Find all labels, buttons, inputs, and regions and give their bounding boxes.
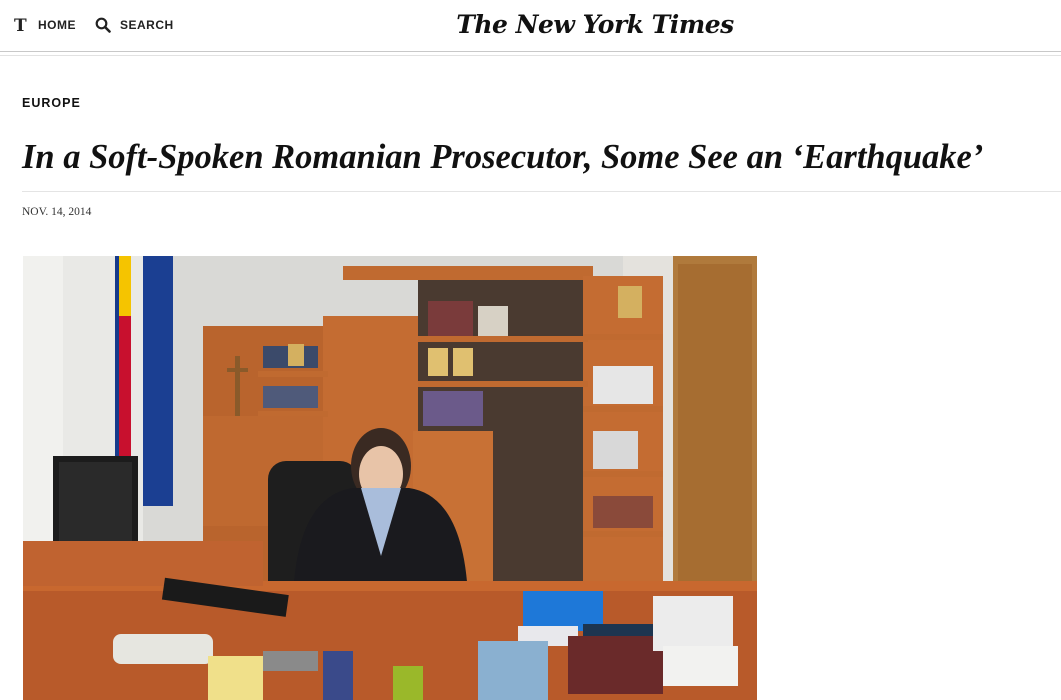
- nyt-t-icon: T: [12, 16, 30, 34]
- article-date: NOV. 14, 2014: [22, 206, 92, 218]
- search-icon: [94, 16, 112, 34]
- home-link[interactable]: T HOME: [12, 15, 76, 35]
- top-navigation-bar: T HOME SEARCH The New York Times: [0, 0, 1061, 52]
- search-link[interactable]: SEARCH: [94, 15, 174, 35]
- headline-divider: [22, 191, 1061, 192]
- nyt-logo[interactable]: The New York Times: [440, 8, 750, 42]
- home-label: HOME: [38, 18, 76, 32]
- section-label[interactable]: EUROPE: [22, 96, 81, 110]
- svg-text:T: T: [14, 16, 27, 34]
- header-divider: [0, 55, 1061, 56]
- search-label: SEARCH: [120, 18, 174, 32]
- article-photo: [23, 256, 757, 700]
- article-headline: In a Soft-Spoken Romanian Prosecutor, So…: [22, 138, 984, 176]
